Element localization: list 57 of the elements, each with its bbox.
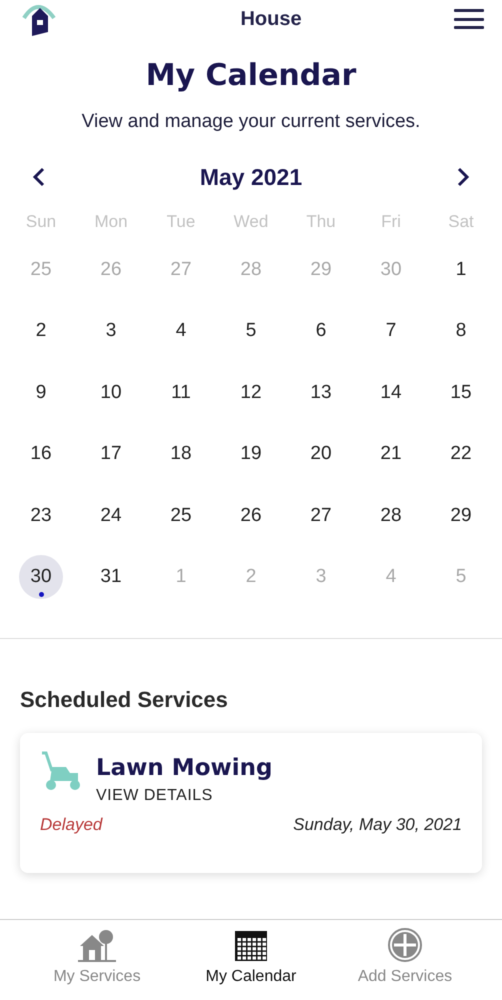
weekday-label: Thu: [305, 211, 337, 233]
menu-button[interactable]: [454, 7, 484, 31]
header-title: House: [240, 8, 302, 30]
weekday-label: Mon: [93, 211, 129, 233]
calendar-day[interactable]: 30: [19, 555, 63, 600]
view-details-link[interactable]: VIEW DETAILS: [96, 787, 272, 805]
calendar-day[interactable]: 19: [229, 432, 273, 476]
calendar-day[interactable]: 20: [299, 432, 343, 476]
calendar-day[interactable]: 2: [19, 309, 63, 354]
calendar-day[interactable]: 31: [89, 555, 133, 600]
page-subtitle: View and manage your current services.: [80, 111, 422, 133]
calendar-day[interactable]: 5: [229, 309, 273, 354]
calendar-day[interactable]: 23: [19, 494, 63, 538]
weekday-label: Wed: [232, 211, 270, 233]
calendar-day[interactable]: 18: [159, 432, 203, 476]
house-tree-icon: [78, 928, 116, 962]
lawn-mower-icon: [40, 749, 82, 791]
calendar-day[interactable]: 11: [159, 370, 203, 415]
calendar-day[interactable]: 28: [369, 494, 413, 538]
calendar-day[interactable]: 29: [439, 494, 483, 538]
month-title: May 2021: [200, 164, 302, 190]
weekday-label: Sun: [24, 211, 58, 233]
calendar-day[interactable]: 24: [89, 494, 133, 538]
service-status: Delayed: [40, 815, 102, 835]
calendar-day[interactable]: 14: [369, 370, 413, 415]
calendar-icon: [234, 928, 268, 962]
calendar-day[interactable]: 17: [89, 432, 133, 476]
calendar-day[interactable]: 22: [439, 432, 483, 476]
weekday-label: Fri: [380, 211, 402, 233]
add-icon: [388, 928, 422, 962]
weekday-label: Tue: [166, 211, 196, 233]
calendar-day[interactable]: 12: [229, 370, 273, 415]
calendar-day[interactable]: 4: [159, 309, 203, 354]
calendar-day[interactable]: 8: [439, 309, 483, 354]
calendar-day[interactable]: 6: [299, 309, 343, 354]
service-name: Lawn Mowing: [96, 755, 272, 781]
calendar-day[interactable]: 9: [19, 370, 63, 415]
calendar-day[interactable]: 1: [439, 248, 483, 292]
calendar-day[interactable]: 10: [89, 370, 133, 415]
tab-bar-item[interactable]: My Services: [27, 920, 167, 1000]
calendar-day[interactable]: 16: [19, 432, 63, 476]
calendar-day[interactable]: 27: [299, 494, 343, 538]
chevron-right-icon: [456, 167, 470, 187]
calendar-day[interactable]: 26: [229, 494, 273, 538]
page-title: My Calendar: [144, 58, 358, 93]
calendar-day[interactable]: 21: [369, 432, 413, 476]
calendar-day[interactable]: 7: [369, 309, 413, 354]
calendar-day[interactable]: 3: [89, 309, 133, 354]
service-date: Sunday, May 30, 2021: [293, 815, 462, 835]
section-heading: Scheduled Services: [20, 687, 229, 713]
calendar-day[interactable]: 15: [439, 370, 483, 415]
calendar-day[interactable]: 13: [299, 370, 343, 415]
chevron-left-icon: [32, 167, 46, 187]
tab-bar-item[interactable]: Add Services: [335, 920, 475, 1000]
tab-bar-item[interactable]: My Calendar: [181, 920, 321, 1000]
weekday-label: Sat: [447, 211, 475, 233]
calendar-day[interactable]: 25: [159, 494, 203, 538]
